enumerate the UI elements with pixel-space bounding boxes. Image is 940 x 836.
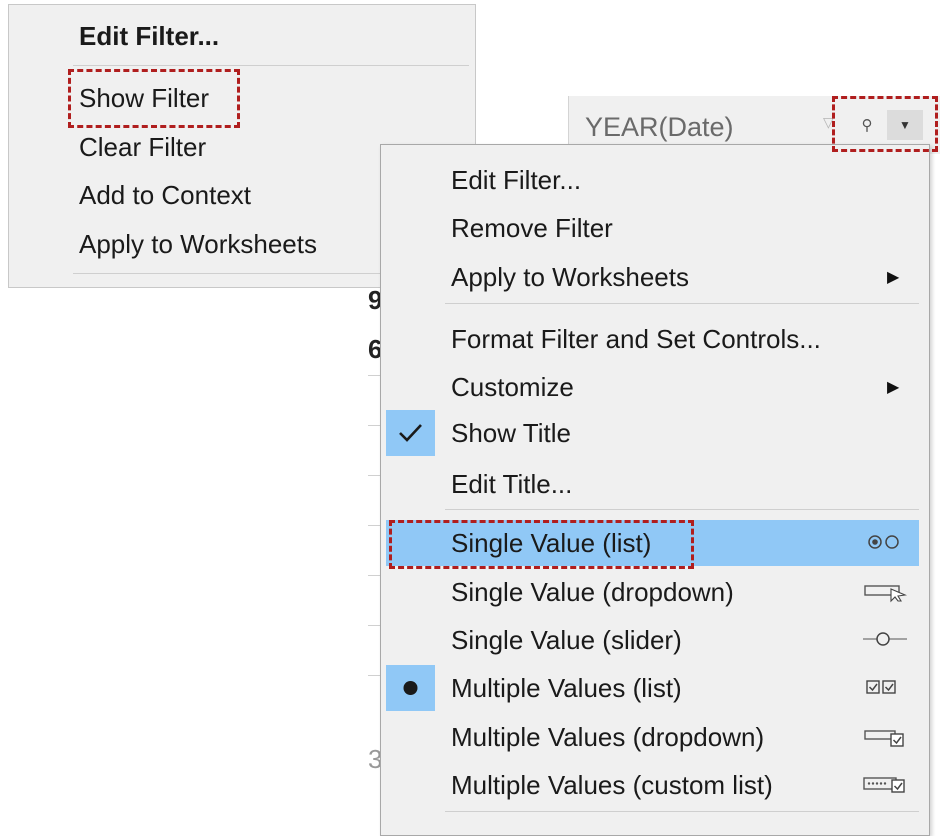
- menu-item-label: Edit Title...: [451, 469, 573, 499]
- submenu-arrow-icon: ▶: [887, 379, 900, 396]
- menu-item-multiple-values-dropdown[interactable]: Multiple Values (dropdown): [381, 714, 921, 760]
- menu-item-label: Customize: [451, 372, 574, 402]
- custom-list-icon: [863, 777, 905, 793]
- menu-item-edit-filter[interactable]: Edit Filter...: [79, 21, 219, 51]
- checkbox-list-icon: [866, 680, 896, 694]
- menu-item-label: Multiple Values (list): [451, 673, 682, 703]
- menu-item-single-value-list[interactable]: Single Value (list): [386, 520, 919, 566]
- menu-item-label: Format Filter and Set Controls...: [451, 324, 821, 354]
- menu-item-label: Multiple Values (dropdown): [451, 722, 765, 752]
- menu-item-apply-to-worksheets[interactable]: Apply to Worksheets ▶: [381, 254, 921, 300]
- row-divider: [368, 475, 380, 476]
- checkmark-icon: [386, 410, 435, 456]
- menu-item-label: Show Title: [451, 418, 571, 448]
- funnel-icon: ▽: [823, 114, 834, 130]
- menu-item-label: Apply to Worksheets: [451, 262, 689, 292]
- menu-item-label: Edit Filter...: [451, 165, 582, 195]
- menu-item-add-to-context[interactable]: Add to Context: [79, 180, 251, 210]
- menu-item-remove-filter[interactable]: Remove Filter: [381, 205, 921, 251]
- menu-separator: [445, 509, 919, 510]
- menu-separator: [445, 811, 919, 812]
- row-divider: [368, 675, 380, 676]
- menu-item-multiple-values-list[interactable]: Multiple Values (list): [381, 665, 921, 711]
- row-divider: [368, 575, 380, 576]
- menu-item-label: Single Value (dropdown): [451, 577, 734, 607]
- filter-card-menu-button[interactable]: ▼: [887, 110, 923, 140]
- menu-item-show-title[interactable]: Show Title: [381, 410, 921, 456]
- menu-item-customize[interactable]: Customize ▶: [381, 364, 921, 410]
- selected-bullet-icon: [386, 665, 435, 711]
- radio-list-icon: [868, 535, 899, 549]
- menu-item-multiple-values-custom-list[interactable]: Multiple Values (custom list): [381, 762, 921, 808]
- menu-item-label: Single Value (slider): [451, 625, 682, 655]
- menu-item-show-filter[interactable]: Show Filter: [79, 83, 209, 113]
- multi-dropdown-icon: [864, 730, 904, 747]
- row-divider: [368, 375, 380, 376]
- filter-card-title: YEAR(Date): [585, 112, 734, 142]
- menu-item-label: Remove Filter: [451, 213, 613, 243]
- menu-item-single-value-dropdown[interactable]: Single Value (dropdown): [381, 569, 921, 615]
- menu-item-format-filter[interactable]: Format Filter and Set Controls...: [381, 316, 921, 362]
- row-divider: [368, 525, 380, 526]
- row-divider: [368, 425, 380, 426]
- menu-item-clear-filter[interactable]: Clear Filter: [79, 132, 206, 162]
- dropdown-control-icon: [864, 585, 908, 603]
- search-icon[interactable]: ⚲: [857, 116, 877, 136]
- menu-item-label: Single Value (list): [451, 528, 652, 558]
- menu-separator: [73, 65, 469, 66]
- menu-item-single-value-slider[interactable]: Single Value (slider): [381, 617, 921, 663]
- menu-separator: [445, 303, 919, 304]
- menu-item-edit-title[interactable]: Edit Title...: [381, 461, 921, 507]
- filter-card-dropdown-menu: Edit Filter... Remove Filter Apply to Wo…: [380, 144, 930, 836]
- menu-item-edit-filter[interactable]: Edit Filter...: [381, 157, 921, 203]
- slider-control-icon: [863, 632, 907, 646]
- menu-item-label: Multiple Values (custom list): [451, 770, 773, 800]
- submenu-arrow-icon: ▶: [887, 269, 900, 286]
- row-divider: [368, 625, 380, 626]
- menu-item-apply-to-worksheets[interactable]: Apply to Worksheets: [79, 229, 317, 259]
